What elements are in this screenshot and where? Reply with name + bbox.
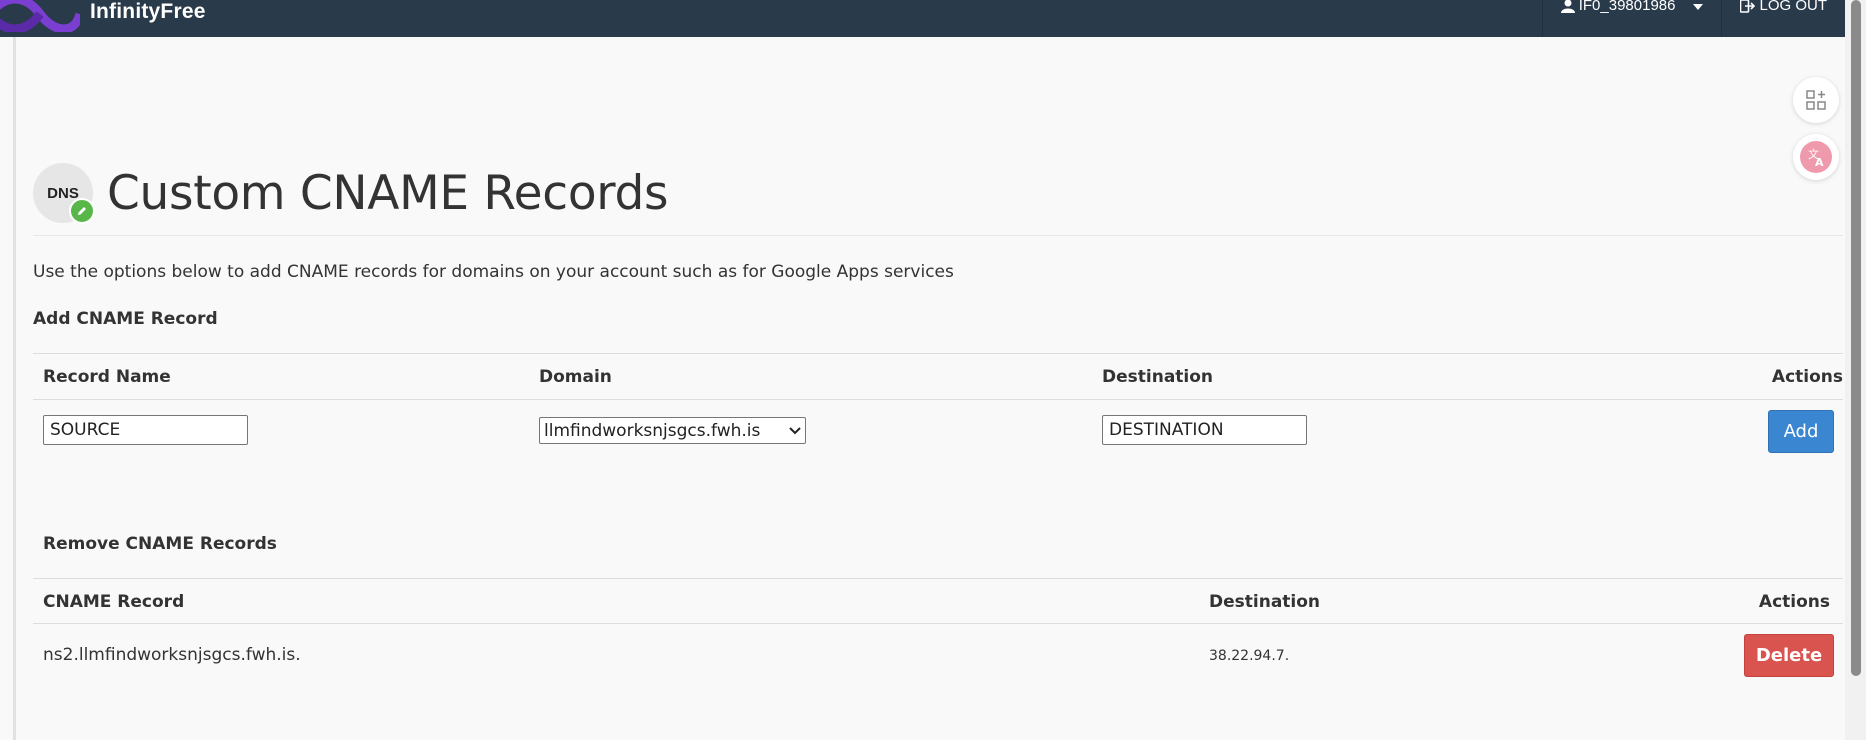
brand[interactable]: InfinityFree [0, 0, 206, 32]
table-border [33, 578, 1843, 579]
record-name-input[interactable] [43, 415, 248, 445]
cname-record-value: ns2.llmfindworksnjsgcs.fwh.is. [43, 645, 301, 665]
domain-select[interactable]: llmfindworksnjsgcs.fwh.is [539, 417, 806, 444]
header-record-name: Record Name [43, 367, 171, 387]
header-destination: Destination [1209, 592, 1321, 612]
apps-button[interactable] [1793, 77, 1839, 123]
intro-text: Use the options below to add CNAME recor… [33, 262, 954, 282]
translate-icon: 文 A [1800, 141, 1832, 173]
apps-icon [1806, 90, 1826, 110]
destination-input[interactable] [1102, 415, 1307, 445]
scrollbar[interactable] [1845, 0, 1866, 740]
left-border [13, 37, 16, 740]
top-navbar: InfinityFree IF0_39801986 LOG OUT [0, 0, 1845, 37]
logout-label: LOG OUT [1759, 0, 1827, 14]
brand-name: InfinityFree [90, 0, 206, 23]
remove-section-title: Remove CNAME Records [43, 534, 277, 554]
delete-button[interactable]: Delete [1744, 634, 1834, 677]
header-domain: Domain [539, 367, 612, 387]
page-title: Custom CNAME Records [107, 165, 669, 221]
translate-button[interactable]: 文 A [1793, 134, 1839, 180]
logout-icon [1740, 0, 1756, 13]
username: IF0_39801986 [1578, 0, 1676, 14]
header-destination: Destination [1102, 367, 1214, 387]
scrollbar-thumb[interactable] [1851, 0, 1861, 676]
header-cname-record: CNAME Record [43, 592, 185, 612]
infinity-logo-icon [0, 0, 80, 32]
user-icon [1560, 0, 1575, 13]
page-header: DNS Custom CNAME Records [33, 163, 669, 224]
table-border [33, 623, 1843, 624]
dns-badge-label: DNS [47, 184, 79, 202]
divider [33, 235, 1843, 236]
svg-text:A: A [1815, 156, 1824, 169]
domain-select-value: llmfindworksnjsgcs.fwh.is [544, 420, 761, 441]
add-section-title: Add CNAME Record [33, 309, 218, 329]
header-actions: Actions [1758, 592, 1830, 612]
table-border [33, 353, 1843, 354]
dns-badge: DNS [33, 163, 95, 224]
edit-icon [69, 198, 95, 224]
chevron-down-icon [789, 426, 801, 434]
logout-button[interactable]: LOG OUT [1721, 0, 1845, 37]
user-menu[interactable]: IF0_39801986 [1541, 0, 1722, 37]
chevron-down-icon [1693, 4, 1704, 10]
header-actions: Actions [1771, 367, 1843, 387]
add-button[interactable]: Add [1768, 410, 1834, 453]
destination-value: 38.22.94.7. [1209, 648, 1290, 664]
table-border [33, 399, 1843, 400]
